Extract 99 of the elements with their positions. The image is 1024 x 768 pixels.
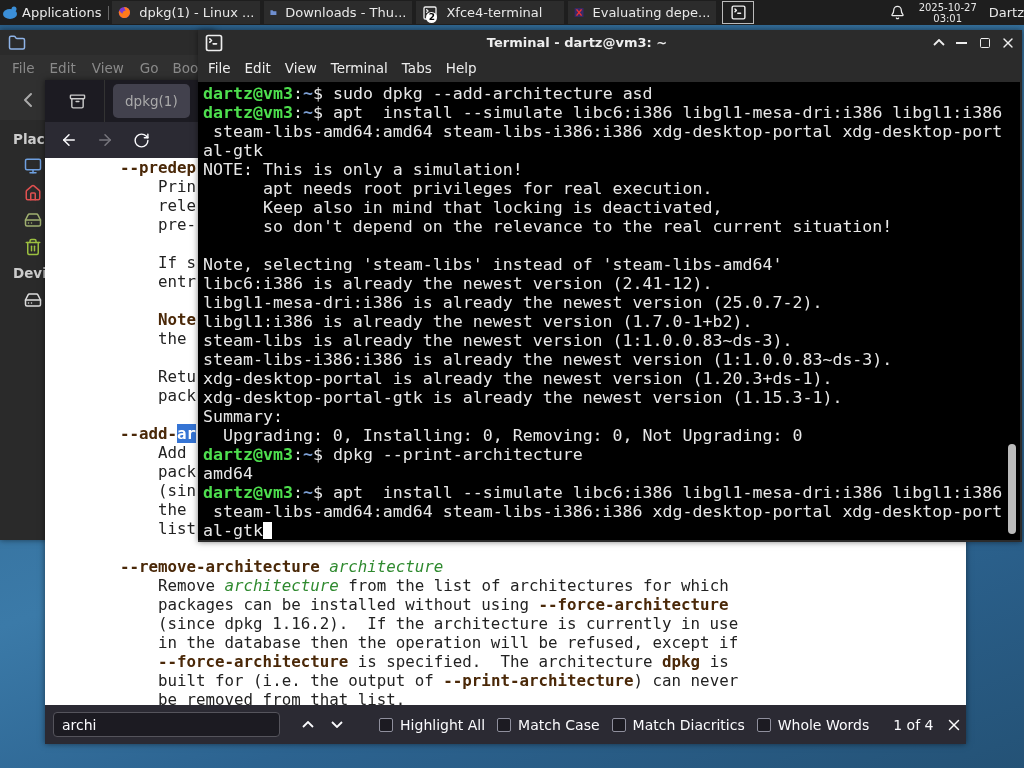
command-line: dartz@vm3:~$ sudo dpkg --add-architecture asd bbox=[203, 84, 653, 103]
browser-tab[interactable]: dpkg(1) bbox=[113, 84, 190, 118]
count-badge: 2 bbox=[426, 12, 438, 23]
computer-icon bbox=[24, 156, 42, 175]
checkbox[interactable] bbox=[611, 717, 626, 732]
find-option[interactable]: Match Case bbox=[497, 716, 600, 733]
menu-item[interactable]: View bbox=[284, 59, 317, 76]
output-line: Note, selecting 'steam-libs' instead of 'steam-libs-amd64' bbox=[203, 255, 783, 274]
match-count: 1 of 4 bbox=[893, 716, 934, 733]
output-line: libc6:i386 is already the newest version (2.41-12). bbox=[203, 274, 713, 293]
text-line: Note bbox=[157, 310, 197, 329]
text-line: (since dpkg 1.16.2). If the architecture is currently in use bbox=[157, 614, 739, 633]
text-line: pack bbox=[157, 462, 197, 481]
output-line: libgl1:i386 is already the newest version (1.7.0-1+b2). bbox=[203, 312, 753, 331]
output-line: Summary: bbox=[203, 407, 283, 426]
output-line: steam-libs-amd64:amd64 steam-libs-i386:i386 xdg-desktop-portal xdg-desktop-port bbox=[212, 122, 1003, 141]
menu-item[interactable]: Go bbox=[139, 59, 159, 76]
chevron-up-icon bbox=[932, 39, 945, 46]
checkbox[interactable] bbox=[497, 717, 512, 732]
output-line: al-gtk bbox=[203, 521, 272, 540]
text-line: Remove architecture from the list of architectures for which bbox=[157, 576, 729, 595]
menu-item[interactable]: Tabs bbox=[401, 59, 432, 76]
taskbar-button[interactable]: 2 Xfce4-terminal bbox=[416, 1, 565, 24]
output-line: Upgrading: 0, Installing: 0, Removing: 0, Not Upgrading: 0 bbox=[221, 426, 803, 445]
output-line: NOTE: This is only a simulation! bbox=[203, 160, 523, 179]
clock: 2025-10-27 03:01 bbox=[918, 1, 977, 24]
output-line: so don't depend on the relevance to the real current situation! bbox=[261, 217, 893, 236]
option-heading: --remove-architecture architecture bbox=[119, 557, 444, 576]
output-line: xdg-desktop-portal-gtk is already the newest version (1.15.3-1). bbox=[203, 388, 843, 407]
menu-item[interactable]: Help bbox=[445, 59, 477, 76]
text-line: Add bbox=[157, 443, 187, 462]
text-line: pack bbox=[157, 386, 197, 405]
output-line: steam-libs-amd64:amd64 steam-libs-i386:i386 xdg-desktop-portal xdg-desktop-port bbox=[212, 502, 1003, 521]
text-line: in the database then the operation will be refused, except if bbox=[157, 633, 739, 652]
applications-menu[interactable]: Applications bbox=[0, 0, 106, 25]
menu-item[interactable]: Terminal bbox=[330, 59, 388, 76]
text-line: --force-architecture is specified. The architecture dpkg is bbox=[157, 652, 729, 671]
sidebar-heading: Plac bbox=[13, 130, 45, 149]
find-field[interactable]: archi bbox=[53, 712, 280, 737]
text-line: packages can be installed without using --force-architecture bbox=[157, 595, 729, 614]
menu-item[interactable]: Edit bbox=[49, 59, 76, 76]
window-title: Terminal - dartz@vm3: ~ bbox=[485, 35, 669, 50]
x-logo-icon bbox=[574, 5, 585, 20]
app-menu-icon bbox=[2, 4, 18, 21]
output-line: apt needs root privileges for real execution. bbox=[261, 179, 713, 198]
menu-item[interactable]: Boo bbox=[172, 59, 199, 76]
drive-icon bbox=[24, 210, 42, 229]
find-option[interactable]: Highlight All bbox=[379, 716, 486, 733]
find-option[interactable]: Whole Words bbox=[756, 716, 870, 733]
menu-item[interactable]: File bbox=[12, 59, 35, 76]
text-line: built for (i.e. the output of --print-architecture) can never bbox=[157, 671, 739, 690]
command-line: dartz@vm3:~$ dpkg --print-architecture bbox=[203, 445, 583, 464]
output-line: libgl1-mesa-dri:i386 is already the newest version (25.0.7-2). bbox=[203, 293, 823, 312]
output-line: steam-libs-i386:i386 is already the newest version (1:1.0.0.83~ds-3). bbox=[203, 350, 893, 369]
output-line: xdg-desktop-portal is already the newest version (1.20.3+ds-1). bbox=[203, 369, 833, 388]
text-line: be removed from that list. bbox=[157, 690, 406, 705]
notification-icon[interactable] bbox=[889, 5, 905, 20]
taskbar-button[interactable]: Evaluating depe... bbox=[568, 1, 717, 24]
browser-icon bbox=[118, 5, 132, 20]
menu-item[interactable]: Edit bbox=[244, 59, 271, 76]
folder-icon bbox=[8, 33, 26, 52]
menu-item[interactable]: View bbox=[91, 59, 124, 76]
terminal-launcher[interactable] bbox=[722, 1, 755, 24]
chevron-up-icon bbox=[302, 721, 315, 728]
text-line: the bbox=[157, 329, 187, 348]
find-option[interactable]: Match Diacritics bbox=[611, 716, 745, 733]
chevron-down-icon bbox=[330, 721, 343, 728]
text-line: (sin bbox=[157, 481, 197, 500]
text-line: list bbox=[157, 519, 197, 538]
reload-icon bbox=[132, 131, 150, 149]
option-heading: --predep bbox=[119, 158, 197, 177]
text-line: entr bbox=[157, 272, 197, 291]
output-line: Keep also in mind that locking is deactivated, bbox=[261, 198, 723, 217]
text-line: Prin bbox=[157, 177, 197, 196]
text-line: If s bbox=[157, 253, 197, 272]
text-line: pre- bbox=[157, 215, 197, 234]
forward-arrow-icon bbox=[96, 131, 114, 149]
output-line: amd64 bbox=[203, 464, 253, 483]
menu-item[interactable]: File bbox=[208, 59, 231, 76]
output-line: steam-libs is already the newest version (1:1.0.0.83~ds-3). bbox=[203, 331, 793, 350]
checkbox[interactable] bbox=[756, 717, 771, 732]
output-line: al-gtk bbox=[203, 141, 263, 160]
command-line: dartz@vm3:~$ apt install --simulate libc6:i386 libgl1-mesa-dri:i386 libgl1:i386 bbox=[203, 103, 1003, 122]
trash-icon bbox=[24, 237, 42, 256]
maximize-icon bbox=[978, 36, 991, 49]
tray-icon[interactable] bbox=[69, 92, 86, 110]
user-name[interactable]: Dartz bbox=[988, 5, 1024, 20]
taskbar-button[interactable]: Downloads - Thu... bbox=[264, 1, 413, 24]
checkbox[interactable] bbox=[379, 717, 394, 732]
taskbar-button[interactable]: dpkg(1) - Linux ... bbox=[112, 1, 261, 24]
terminal-icon bbox=[729, 4, 747, 21]
text-line: Retu bbox=[157, 367, 197, 386]
home-icon bbox=[24, 183, 42, 202]
text-line: rele bbox=[157, 196, 197, 215]
terminal-icon bbox=[204, 32, 224, 53]
scrollbar-thumb[interactable] bbox=[1008, 444, 1016, 534]
command-line: dartz@vm3:~$ apt install --simulate libc6:i386 libgl1-mesa-dri:i386 libgl1:i386 bbox=[203, 483, 1003, 502]
minimize-icon bbox=[956, 41, 967, 44]
text-line: the bbox=[157, 500, 187, 519]
